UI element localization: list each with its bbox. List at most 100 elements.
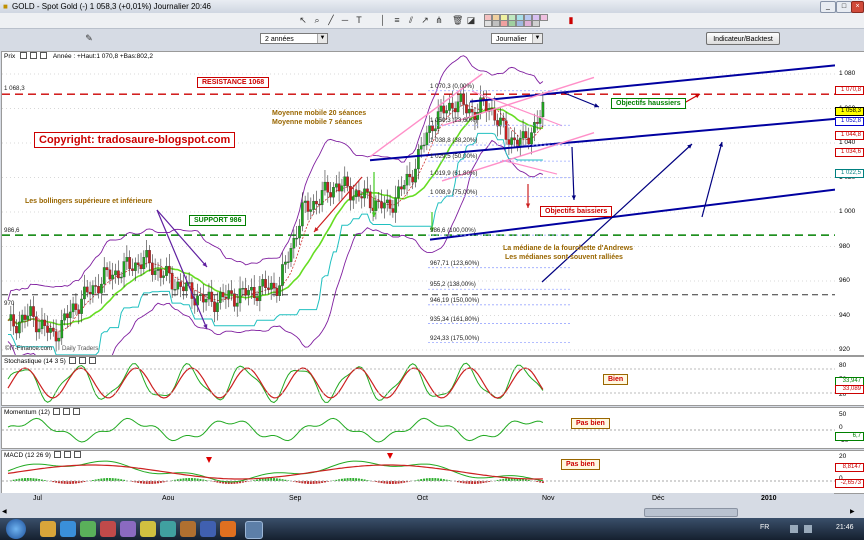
color-swatch[interactable] <box>540 14 548 21</box>
candle-body <box>326 181 330 193</box>
app-icon[interactable] <box>100 521 116 537</box>
candle-body <box>465 104 468 114</box>
price-tag: 1 044,8 <box>835 130 864 140</box>
candle-body <box>366 188 369 192</box>
text-tool-icon[interactable]: T <box>354 15 364 25</box>
horizontal-scrollbar[interactable]: ◀ ▶ <box>0 507 864 517</box>
close-icon[interactable] <box>73 451 81 458</box>
macd-histogram-bar <box>391 481 394 484</box>
momentum-panel[interactable]: Momentum (12) Pas bien <box>1 407 836 449</box>
arrow-tool-icon[interactable]: ↗ <box>420 15 430 25</box>
app-icon[interactable] <box>180 521 196 537</box>
candle-body <box>9 314 13 321</box>
app-icon[interactable] <box>160 521 176 537</box>
channel-icon[interactable]: ⫽ <box>406 15 416 25</box>
fibonacci-label: 1 070,3 (0,00%) <box>430 82 475 90</box>
volume-icon[interactable] <box>804 525 812 533</box>
cursor-icon[interactable]: ↖ <box>298 15 308 25</box>
candle-body <box>306 200 310 212</box>
color-swatch[interactable] <box>484 20 492 27</box>
eraser-icon[interactable]: ◪ <box>466 15 476 25</box>
median-label-1: La médiane de la fourchette d'Andrews <box>503 245 634 252</box>
browser-icon[interactable] <box>60 521 76 537</box>
start-button[interactable] <box>6 519 26 539</box>
indicator-backtest-button[interactable]: Indicateur/Backtest <box>706 32 780 45</box>
color-swatch[interactable] <box>500 20 508 27</box>
pitchfork-line <box>501 159 558 175</box>
macd-histogram-bar <box>52 481 55 483</box>
level-label-970: 970 <box>4 300 15 307</box>
window-titlebar: ■ GOLD - Spot Gold (-) 1 058,3 (+0,01%) … <box>0 0 864 14</box>
trendline-icon[interactable]: ╱ <box>326 15 336 25</box>
color-swatch[interactable] <box>516 20 524 27</box>
pitchfork-icon[interactable]: ⋔ <box>434 15 444 25</box>
app-icon[interactable] <box>220 521 236 537</box>
candle-body <box>349 186 352 201</box>
delete-icon[interactable]: 🗑 <box>452 15 463 25</box>
window-icon[interactable] <box>78 357 86 364</box>
interval-select[interactable]: Journalier ▼ <box>491 33 543 44</box>
active-app-icon[interactable] <box>245 521 263 539</box>
settings-icon[interactable] <box>52 408 60 415</box>
candle-body <box>165 265 168 276</box>
candle-body <box>133 262 137 271</box>
explorer-icon[interactable] <box>40 521 56 537</box>
settings-icon[interactable] <box>68 357 76 364</box>
app-icon[interactable] <box>80 521 96 537</box>
line-tool-icon[interactable]: ─ <box>340 15 350 25</box>
candle-body <box>269 282 273 290</box>
minimize-button[interactable]: _ <box>820 1 836 13</box>
draw-tool-icon[interactable]: ✎ <box>84 33 94 43</box>
period-select[interactable]: 2 années ▼ <box>260 33 328 44</box>
maximize-button[interactable]: □ <box>836 1 852 13</box>
window-title: GOLD - Spot Gold (-) 1 058,3 (+0,01%) Jo… <box>12 2 211 11</box>
candle-body <box>281 264 284 286</box>
color-swatch[interactable] <box>532 20 540 27</box>
window-icon[interactable] <box>62 408 70 415</box>
color-swatch[interactable] <box>524 20 532 27</box>
app-icon[interactable] <box>140 521 156 537</box>
close-button[interactable]: × <box>851 1 864 13</box>
color-swatch[interactable] <box>508 20 516 27</box>
indicator-tag: 33,089 <box>835 385 864 394</box>
alert-icon[interactable]: ▮ <box>566 15 576 25</box>
bollinger-label: Les bollingers supérieure et inférieure <box>25 198 153 205</box>
candle-body <box>218 292 222 303</box>
close-icon[interactable] <box>72 408 80 415</box>
close-icon[interactable] <box>88 357 96 364</box>
candle-body <box>94 285 98 287</box>
color-swatch[interactable] <box>492 20 500 27</box>
candle-body <box>148 250 151 264</box>
macd-histogram-bar <box>111 478 114 481</box>
macd-panel[interactable]: MACD (12 26 9) Pas bien <box>1 450 836 494</box>
window-icon[interactable] <box>63 451 71 458</box>
candle-body <box>467 108 471 114</box>
stochastic-panel[interactable]: Stochastique (14 3 5) Bien <box>1 356 836 406</box>
candle-body <box>286 261 290 263</box>
scrollbar-thumb[interactable] <box>644 508 738 517</box>
candle-body <box>182 286 185 292</box>
scroll-left-icon[interactable]: ◀ <box>2 508 10 516</box>
language-indicator[interactable]: FR <box>760 524 769 531</box>
app-icon[interactable] <box>120 521 136 537</box>
app-icon[interactable] <box>200 521 216 537</box>
scroll-right-icon[interactable]: ▶ <box>850 508 858 516</box>
vertical-line-icon[interactable]: │ <box>378 15 388 25</box>
fibonacci-label: 924,33 (175,00%) <box>430 334 480 342</box>
macd-histogram-bar <box>72 481 75 484</box>
network-icon[interactable] <box>790 525 798 533</box>
macd-histogram-bar <box>304 481 307 484</box>
zoom-icon[interactable]: ⌕ <box>312 15 322 25</box>
price-panel[interactable]: Prix Année : +Haut:1 070,8 +Bas:802,2 1 … <box>1 51 836 356</box>
candle-body <box>68 311 72 319</box>
y-tick-label: 80 <box>839 362 847 369</box>
settings-icon[interactable] <box>53 451 61 458</box>
clock: 21:46 <box>836 524 854 531</box>
candle-body <box>12 314 16 327</box>
fibonacci-icon[interactable]: ≡ <box>392 15 402 25</box>
candle-body <box>346 176 349 187</box>
macd-histogram-bar <box>420 479 423 481</box>
candle-body <box>524 131 528 139</box>
candle-body <box>433 128 437 132</box>
candle-body <box>397 186 400 198</box>
